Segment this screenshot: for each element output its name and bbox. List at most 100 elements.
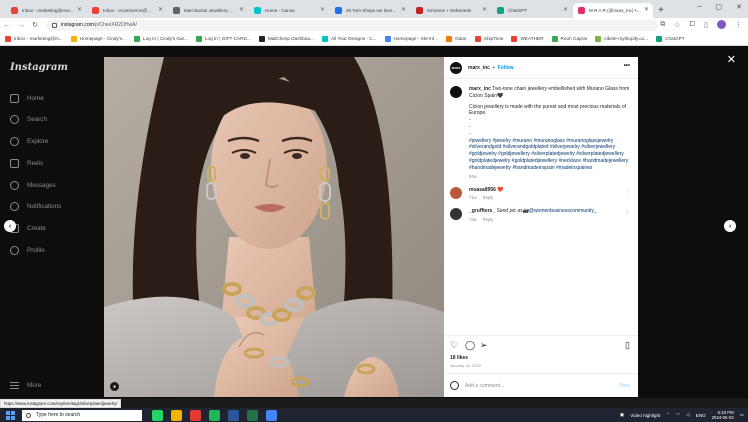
author-username[interactable]: marx_inc	[468, 65, 490, 71]
browser-tab[interactable]: Inbox - marketing@mur... ✕	[6, 3, 86, 18]
browser-tab[interactable]: Inbox - ecommerce@mur... ✕	[87, 3, 167, 18]
browser-tab[interactable]: 28 Tom Shops we loved a... ✕	[330, 3, 410, 18]
caption-username[interactable]: marx_inc	[469, 86, 491, 92]
reply-button[interactable]: Reply	[483, 195, 494, 200]
nav-profile[interactable]: Profile	[10, 246, 45, 255]
reply-button[interactable]: Reply	[483, 217, 494, 222]
nav-messages[interactable]: Messages	[10, 181, 56, 190]
close-window-button[interactable]: ✕	[736, 3, 742, 11]
language-indicator[interactable]: ENG	[696, 413, 706, 418]
browser-tab[interactable]: Kimonos + Debenede ✕	[411, 3, 491, 18]
bookmark-item[interactable]: ShipTime	[474, 35, 503, 42]
file-explorer-icon[interactable]	[171, 409, 182, 421]
browser-tab[interactable]: M R A R (@marx_inc) • In... ✕	[573, 3, 653, 18]
word-icon[interactable]	[228, 409, 239, 421]
close-tab-icon[interactable]: ✕	[563, 6, 568, 13]
bookmark-item[interactable]: ChatGPT	[656, 35, 685, 42]
tray-chevron-icon[interactable]: ⌃	[666, 412, 670, 418]
next-post-icon[interactable]: ›	[724, 220, 736, 232]
back-icon[interactable]: ←	[0, 22, 14, 29]
caption-avatar[interactable]	[450, 86, 462, 98]
close-tab-icon[interactable]: ✕	[482, 6, 487, 13]
comment-username[interactable]: muasa8956	[469, 187, 496, 193]
follow-button[interactable]: Follow	[498, 65, 514, 71]
author-avatar[interactable]: MARX	[450, 61, 462, 74]
browser-tab[interactable]: Mari Barzai Jewellery Coll... ✕	[168, 3, 248, 18]
caption-hashtags[interactable]: #jewellery #jewelry #murano #muranoglass…	[469, 138, 630, 172]
bookmark-item[interactable]: WEATHER	[511, 35, 544, 42]
new-tab-button[interactable]: +	[658, 5, 664, 16]
tab-favicon-icon	[335, 7, 342, 14]
comment-like-icon[interactable]: ♡	[626, 210, 630, 216]
nav-explore[interactable]: Explore	[10, 137, 48, 146]
windows-start-icon[interactable]	[6, 410, 15, 420]
minimize-button[interactable]: –	[698, 3, 702, 11]
like-heart-icon[interactable]: ♡	[450, 341, 458, 350]
excel-icon[interactable]	[247, 409, 258, 421]
close-tab-icon[interactable]: ✕	[320, 6, 325, 13]
taskbar-search-input[interactable]: Type here to search	[22, 409, 142, 421]
comment-username[interactable]: _gruffters_	[469, 208, 495, 214]
menu-icon[interactable]: ⋮	[735, 21, 742, 29]
site-info-icon[interactable]	[52, 22, 57, 28]
spotify-icon[interactable]	[209, 409, 220, 421]
video-highlight-icon[interactable]: ▣	[620, 412, 624, 418]
whatsapp-icon[interactable]	[152, 409, 163, 421]
instagram-logo[interactable]: Instagram	[10, 62, 68, 73]
save-bookmark-icon[interactable]: ▯	[625, 341, 630, 350]
nav-search[interactable]: Search	[10, 115, 47, 124]
bookmark-item[interactable]: Rooh Caprar	[551, 35, 587, 42]
extensions-icon[interactable]: ⧠	[690, 21, 696, 29]
maximize-button[interactable]: ▢	[716, 3, 723, 11]
browser-tab[interactable]: ChatGPT ✕	[492, 3, 572, 18]
emoji-icon[interactable]	[450, 381, 459, 390]
bookmark-item[interactable]: cibele-mythopify.co...	[595, 35, 648, 42]
bookmark-item[interactable]: Inbox - marketing@m...	[5, 35, 63, 42]
nav-home[interactable]: Home	[10, 94, 44, 103]
browser-tab[interactable]: Home - Canva ✕	[249, 3, 329, 18]
wifi-icon[interactable]: ◠	[676, 412, 680, 418]
clock[interactable]: 5:18 PM 2024-06-03	[712, 410, 734, 421]
nav-more[interactable]: More	[10, 382, 41, 389]
install-icon[interactable]: ⧉	[660, 21, 665, 29]
reload-icon[interactable]: ↻	[28, 21, 42, 29]
url-input[interactable]: instagram.com /p/CheeXR2OHwA/	[46, 19, 658, 31]
bookmark-item[interactable]: MailChimp Dashboa...	[258, 35, 314, 42]
bookmark-item[interactable]: Gator	[446, 35, 467, 42]
close-tab-icon[interactable]: ✕	[644, 6, 649, 13]
user-tag-icon[interactable]: ●	[110, 382, 119, 391]
nav-reels[interactable]: Reels	[10, 159, 43, 168]
add-comment-input[interactable]: Add a comment...	[465, 383, 504, 389]
previous-post-icon[interactable]: ‹	[4, 220, 16, 232]
close-icon[interactable]: ✕	[727, 53, 736, 66]
comment-mention[interactable]: @womenbusinesscommunity_	[529, 208, 597, 214]
profile-avatar-icon[interactable]	[717, 20, 726, 29]
volume-icon[interactable]: ◁	[686, 412, 690, 418]
notifications-icon[interactable]: ▭	[740, 412, 744, 418]
app-icon[interactable]	[190, 409, 201, 421]
sidepanel-icon[interactable]: ▯	[704, 21, 708, 29]
commenter-avatar[interactable]	[450, 208, 462, 221]
comment-like-icon[interactable]: ♡	[626, 189, 630, 195]
share-icon[interactable]: ➢	[480, 341, 488, 350]
comment-icon[interactable]: ◯	[465, 341, 475, 350]
bookmark-item[interactable]: Log In | Cindy's Gar...	[134, 35, 188, 42]
close-tab-icon[interactable]: ✕	[239, 6, 244, 13]
close-tab-icon[interactable]: ✕	[401, 6, 406, 13]
bookmark-item[interactable]: Homepage - SM Inf...	[384, 35, 438, 42]
bookmark-item[interactable]: Homepage - Cindy's...	[70, 35, 126, 42]
post-comment-button[interactable]: Post	[619, 383, 630, 389]
commenter-avatar[interactable]	[450, 186, 462, 199]
bookmark-star-icon[interactable]: ☆	[674, 21, 680, 29]
bookmark-item[interactable]: Log In | GIFT CARD...	[195, 35, 251, 42]
close-tab-icon[interactable]: ✕	[77, 6, 82, 13]
close-tab-icon[interactable]: ✕	[158, 6, 163, 13]
forward-icon[interactable]: →	[14, 22, 28, 29]
video-highlight-label[interactable]: Video highlight	[630, 413, 660, 418]
nav-notifications[interactable]: Notifications	[10, 202, 61, 211]
post-image[interactable]: ●	[104, 57, 444, 397]
bookmark-item[interactable]: All Your Designs - C...	[321, 35, 377, 42]
likes-count[interactable]: 18 likes	[450, 355, 468, 361]
chrome-icon[interactable]	[266, 409, 277, 421]
more-options-icon[interactable]: •••	[624, 63, 630, 69]
